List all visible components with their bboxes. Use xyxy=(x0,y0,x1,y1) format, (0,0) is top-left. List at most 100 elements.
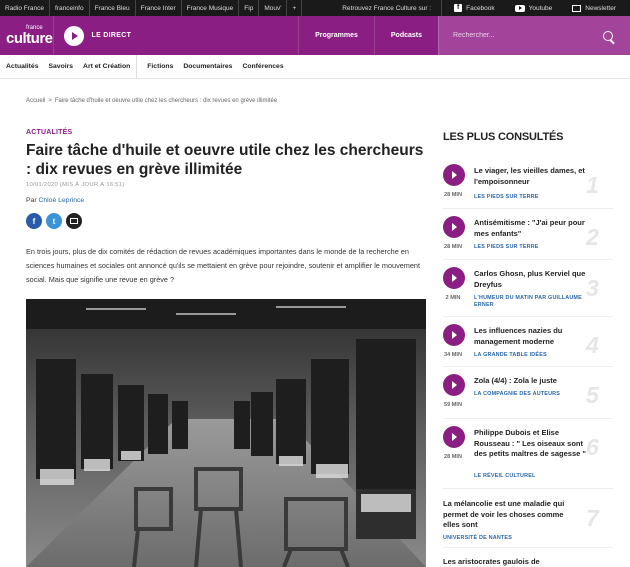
play-icon[interactable] xyxy=(443,267,465,289)
item-title[interactable]: Zola (4/4) : Zola le juste xyxy=(474,376,594,387)
item-show[interactable]: LA GRANDE TABLE IDÉES xyxy=(474,352,594,359)
article-intro: En trois jours, plus de dix comités de r… xyxy=(26,247,421,284)
article-title: Faire tâche d'huile et oeuvre utile chez… xyxy=(26,142,424,178)
play-icon[interactable] xyxy=(63,25,84,46)
podcasts-link[interactable]: Podcasts xyxy=(373,16,438,55)
breadcrumb: Accueil > Faire tâche d'huile et oeuvre … xyxy=(26,98,277,104)
search-box xyxy=(438,16,630,55)
search-input[interactable] xyxy=(439,32,599,39)
play-icon[interactable] xyxy=(443,216,465,238)
section-nav-item[interactable]: Actualités xyxy=(6,63,38,70)
item-title[interactable]: Le viager, les vieilles dames, et l'empo… xyxy=(474,166,594,187)
programmes-link[interactable]: Programmes xyxy=(298,16,374,55)
network-link[interactable]: + xyxy=(287,0,303,16)
network-link[interactable]: France Inter xyxy=(136,0,182,16)
item-title[interactable]: La mélancolie est une maladie qui permet… xyxy=(443,499,578,531)
divider xyxy=(443,547,613,548)
author-prefix: Par xyxy=(26,197,37,204)
article-photo xyxy=(26,299,426,567)
item-title[interactable]: Les aristocrates gaulois de xyxy=(443,557,578,567)
most-read-sidebar: LES PLUS CONSULTÉS 28 MIN Le viager, les… xyxy=(443,131,613,566)
author-link[interactable]: Chloé Leprince xyxy=(38,197,84,204)
main-header: france culture LE DIRECT Programmes Podc… xyxy=(0,16,630,55)
item-duration: 2 MIN xyxy=(445,295,461,301)
item-title[interactable]: Carlos Ghosn, plus Kerviel que Dreyfus xyxy=(474,269,594,290)
play-icon[interactable] xyxy=(443,374,465,396)
network-link[interactable]: Mouv' xyxy=(259,0,288,16)
header-nav: Programmes Podcasts xyxy=(298,16,630,55)
article-byline: Par Chloé Leprince xyxy=(26,197,426,204)
divider xyxy=(443,316,613,317)
network-bar: Radio France franceinfo France Bleu France … xyxy=(0,0,630,16)
section-nav-item[interactable]: Savoirs xyxy=(48,63,73,70)
section-nav-item[interactable]: Fictions xyxy=(147,63,173,70)
network-link[interactable]: France Bleu xyxy=(90,0,136,16)
sidebar-title: LES PLUS CONSULTÉS xyxy=(443,131,564,143)
youtube-icon xyxy=(514,4,525,12)
youtube-link[interactable]: Youtube xyxy=(507,4,561,12)
item-show[interactable]: LA COMPAGNIE DES AUTEURS xyxy=(474,391,594,398)
france-culture-logo[interactable]: france culture xyxy=(0,25,53,47)
section-nav-item[interactable]: Conférences xyxy=(242,63,283,70)
divider xyxy=(443,488,613,489)
live-label: LE DIRECT xyxy=(91,32,132,39)
breadcrumb-current[interactable]: Faire tâche d'huile et oeuvre utile chez… xyxy=(55,98,277,104)
item-show[interactable]: UNIVERSITÉ DE NANTES xyxy=(443,535,563,542)
share-facebook-icon[interactable]: f xyxy=(26,213,42,229)
article-date: 10/01/2020 (MIS À JOUR À 16:51) xyxy=(26,182,125,188)
social-links: Retrouvez France Culture sur : f Faceboo… xyxy=(342,0,630,16)
item-duration: 59 MIN xyxy=(443,402,463,408)
divider xyxy=(443,418,613,419)
item-duration: 28 MIN xyxy=(443,192,463,198)
item-title[interactable]: Les influences nazies du management mode… xyxy=(474,326,594,347)
item-duration: 34 MIN xyxy=(443,352,463,358)
newsletter-link[interactable]: Newsletter xyxy=(564,4,624,12)
live-player[interactable]: LE DIRECT xyxy=(52,16,299,55)
mail-icon xyxy=(572,4,582,12)
section-nav-item[interactable]: Art et Création xyxy=(83,63,130,70)
item-rank: 4 xyxy=(586,332,599,358)
divider xyxy=(443,366,613,367)
facebook-link[interactable]: f Facebook xyxy=(446,4,503,12)
item-rank: 7 xyxy=(586,505,599,531)
item-title[interactable]: Philippe Dubois et Elise Rousseau : " Le… xyxy=(474,428,594,460)
article: ACTUALITÉS Faire tâche d'huile et oeuvre… xyxy=(26,129,426,287)
item-rank: 2 xyxy=(586,224,599,250)
network-link[interactable]: Fip xyxy=(239,0,260,16)
play-icon[interactable] xyxy=(443,324,465,346)
item-rank: 6 xyxy=(586,434,599,460)
share-buttons: f t xyxy=(26,213,426,229)
facebook-icon: f xyxy=(454,4,463,12)
logo-big-text: culture xyxy=(6,29,53,47)
item-rank: 1 xyxy=(586,172,599,198)
divider xyxy=(443,259,613,260)
share-twitter-icon[interactable]: t xyxy=(46,213,62,229)
section-nav-item[interactable]: Documentaires xyxy=(183,63,232,70)
item-title[interactable]: Antisémitisme : "J'ai peur pour mes enfa… xyxy=(474,218,594,239)
newsletter-label: Newsletter xyxy=(585,4,616,12)
breadcrumb-separator: > xyxy=(48,98,52,104)
item-show[interactable]: LES PIEDS SUR TERRE xyxy=(474,244,594,251)
play-icon[interactable] xyxy=(443,164,465,186)
article-category[interactable]: ACTUALITÉS xyxy=(26,129,426,136)
network-link[interactable]: France Musique xyxy=(182,0,240,16)
breadcrumb-home[interactable]: Accueil xyxy=(26,98,45,104)
share-email-icon[interactable] xyxy=(66,213,82,229)
section-nav: Actualités Savoirs Art et Création Fiction… xyxy=(0,55,630,79)
item-show[interactable]: LE RÉVEIL CULTUREL xyxy=(474,473,594,480)
item-show[interactable]: LES PIEDS SUR TERRE xyxy=(474,194,594,201)
section-nav-group-1: Actualités Savoirs Art et Création xyxy=(0,55,136,78)
network-link[interactable]: franceinfo xyxy=(50,0,90,16)
item-rank: 5 xyxy=(586,382,599,408)
divider xyxy=(443,208,613,209)
item-duration: 28 MIN xyxy=(443,454,463,460)
search-icon[interactable] xyxy=(603,30,613,41)
network-link[interactable]: Radio France xyxy=(0,0,51,16)
item-show[interactable]: L'HUMEUR DU MATIN PAR GUILLAUME ERNER xyxy=(474,295,594,309)
play-icon[interactable] xyxy=(443,426,465,448)
retrouvez-label: Retrouvez France Culture sur : xyxy=(342,0,443,16)
item-rank: 3 xyxy=(586,275,599,301)
section-nav-group-2: Fictions Documentaires Conférences xyxy=(136,55,289,78)
network-links: Radio France franceinfo France Bleu France … xyxy=(0,0,303,16)
youtube-label: Youtube xyxy=(528,4,553,12)
